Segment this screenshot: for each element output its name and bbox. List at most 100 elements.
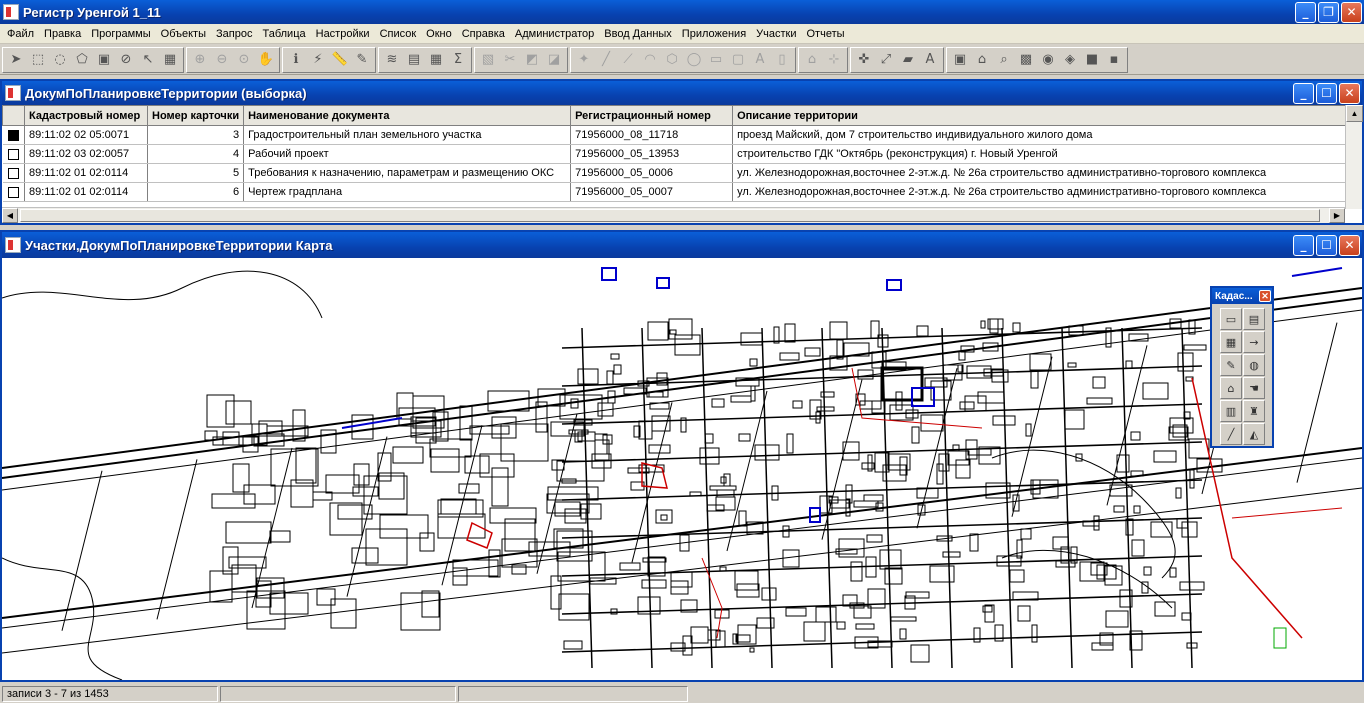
ruler-icon[interactable]: 📏 — [329, 49, 351, 71]
house-icon[interactable]: ⌂ — [1220, 377, 1242, 399]
menu-parcels[interactable]: Участки — [751, 28, 801, 40]
line-tool-icon[interactable]: ╱ — [1220, 423, 1242, 445]
line-icon[interactable]: ╱ — [595, 49, 617, 71]
zoom-out-icon[interactable]: ⊖ — [211, 49, 233, 71]
arc-icon[interactable]: ◠ — [639, 49, 661, 71]
column-header-card[interactable]: Номер карточки — [146, 105, 245, 126]
cell-card[interactable]: 6 — [147, 182, 245, 202]
menu-data-entry[interactable]: Ввод Данных — [599, 28, 677, 40]
menu-list[interactable]: Список — [375, 28, 422, 40]
table-window-minimize-button[interactable]: _ — [1293, 82, 1314, 104]
symbol-icon[interactable]: ✦ — [573, 49, 595, 71]
cell-document[interactable]: Требования к назначению, параметрам и ра… — [243, 163, 572, 183]
menu-help[interactable]: Справка — [457, 28, 510, 40]
polyline-icon[interactable]: ⟋ — [617, 49, 639, 71]
book-icon[interactable]: ▣ — [949, 49, 971, 71]
cell-card[interactable]: 3 — [147, 125, 245, 145]
app-titlebar[interactable]: Регистр Уренгой 1_11 _ ❐ ✕ — [0, 0, 1364, 24]
polygon-select-icon[interactable]: ⬠ — [71, 49, 93, 71]
checkbox-icon[interactable] — [7, 167, 19, 179]
menu-programs[interactable]: Программы — [86, 28, 155, 40]
column-header-description[interactable]: Описание территории — [732, 105, 1352, 126]
statistics-icon[interactable]: Σ — [447, 49, 469, 71]
map-drawing[interactable] — [2, 258, 1362, 680]
cell-cadastral[interactable]: 89:11:02 01 02:0114 — [24, 182, 148, 202]
row-select-checkbox[interactable] — [2, 125, 25, 145]
map-window-titlebar[interactable]: Участки,ДокумПоПланировкеТерритории Карт… — [2, 232, 1362, 258]
ellipse-icon[interactable]: ◯ — [683, 49, 705, 71]
scroll-up-arrow-icon[interactable]: ▲ — [1346, 105, 1363, 122]
cell-description[interactable]: ул. Железнодорожная,восточнее 2-эт.ж.д. … — [732, 182, 1352, 202]
column-header-registration[interactable]: Регистрационный номер — [570, 105, 734, 126]
polygon-icon[interactable]: ⬡ — [661, 49, 683, 71]
table-horizontal-scrollbar[interactable]: ◀ ▶ — [2, 207, 1345, 223]
add-node-icon[interactable]: ⊹ — [823, 49, 845, 71]
menu-edit[interactable]: Правка — [39, 28, 86, 40]
marquee-select-icon[interactable]: ⬚ — [27, 49, 49, 71]
cell-description[interactable]: проезд Майский, дом 7 строительство инди… — [732, 125, 1352, 145]
window-icon[interactable]: ▭ — [1220, 308, 1242, 330]
clip-icon[interactable]: ✂ — [499, 49, 521, 71]
cell-cadastral[interactable]: 89:11:02 01 02:0114 — [24, 163, 148, 183]
menu-file[interactable]: Файл — [2, 28, 39, 40]
menu-applications[interactable]: Приложения — [677, 28, 751, 40]
column-header-cadastral[interactable]: Кадастровый номер — [24, 105, 148, 126]
tower-icon[interactable]: ♜ — [1243, 400, 1265, 422]
hotlink-icon[interactable]: ⚡ — [307, 49, 329, 71]
menu-admin[interactable]: Администратор — [510, 28, 599, 40]
layout-icon[interactable]: ▤ — [403, 49, 425, 71]
cadastre-palette[interactable]: Кадас... ✕ ▭ ▤ ▦ → ✎ ◍ ⌂ ☚ ▥ ♜ ╱ ◭ — [1210, 286, 1274, 448]
table-row[interactable]: 89:11:02 02 05:0071 3 Градостроительный пл… — [2, 125, 1352, 145]
invert-select-icon[interactable]: ↖ — [137, 49, 159, 71]
cell-document[interactable]: Чертеж градплана — [243, 182, 572, 202]
cap-icon[interactable]: ⌂ — [971, 49, 993, 71]
unselect-icon[interactable]: ⊘ — [115, 49, 137, 71]
cell-card[interactable]: 5 — [147, 163, 245, 183]
cell-document[interactable]: Рабочий проект — [243, 144, 572, 164]
checkbox-icon[interactable] — [7, 129, 19, 141]
scroll-left-arrow-icon[interactable]: ◀ — [2, 208, 18, 223]
layers-icon[interactable]: ◈ — [1059, 49, 1081, 71]
table-row[interactable]: 89:11:02 01 02:0114 5 Требования к назначе… — [2, 163, 1352, 183]
cell-description[interactable]: строительство ГДК "Октябрь (реконструкци… — [732, 144, 1352, 164]
radius-select-icon[interactable]: ◌ — [49, 49, 71, 71]
legend-icon[interactable]: ▧ — [477, 49, 499, 71]
table-row[interactable]: 89:11:02 01 02:0114 6 Чертеж градплана 7195… — [2, 182, 1352, 202]
table-icon[interactable]: ▤ — [1243, 308, 1265, 330]
minimize-button[interactable]: _ — [1295, 1, 1316, 23]
horizontal-scroll-thumb[interactable] — [20, 209, 1320, 222]
query-icon[interactable]: ⌕ — [993, 49, 1015, 71]
change-view-icon[interactable]: ⊙ — [233, 49, 255, 71]
menu-table[interactable]: Таблица — [257, 28, 310, 40]
boundary-select-icon[interactable]: ▣ — [93, 49, 115, 71]
cell-registration[interactable]: 71956000_08_11718 — [570, 125, 734, 145]
palette-close-button[interactable]: ✕ — [1259, 290, 1271, 302]
rounded-rect-icon[interactable]: ▢ — [727, 49, 749, 71]
table-row[interactable]: 89:11:02 03 02:0057 4 Рабочий проект 719560… — [2, 144, 1352, 164]
close-button[interactable]: ✕ — [1341, 1, 1362, 23]
globe-icon[interactable]: ◍ — [1243, 354, 1265, 376]
scroll-right-arrow-icon[interactable]: ▶ — [1329, 208, 1345, 223]
grid-icon[interactable]: ▦ — [1220, 331, 1242, 353]
graph-select-icon[interactable]: ▦ — [159, 49, 181, 71]
row-select-checkbox[interactable] — [2, 163, 25, 183]
table-window-close-button[interactable]: ✕ — [1339, 82, 1360, 104]
map-canvas[interactable] — [2, 258, 1362, 680]
measure-icon[interactable]: ⤢ — [875, 49, 897, 71]
table-vertical-scrollbar[interactable]: ▲ — [1345, 105, 1363, 209]
menu-settings[interactable]: Настройки — [311, 28, 375, 40]
pencil-icon[interactable]: ✎ — [1220, 354, 1242, 376]
info-icon[interactable]: ℹ — [285, 49, 307, 71]
cell-cadastral[interactable]: 89:11:02 03 02:0057 — [24, 144, 148, 164]
row-select-checkbox[interactable] — [2, 182, 25, 202]
photo-icon[interactable]: ▩ — [1015, 49, 1037, 71]
eye-icon[interactable]: ◉ — [1037, 49, 1059, 71]
map-window-close-button[interactable]: ✕ — [1339, 234, 1360, 256]
app-icon[interactable] — [3, 4, 19, 20]
geolocate-icon[interactable]: ✜ — [853, 49, 875, 71]
thematic-icon[interactable]: ◩ — [521, 49, 543, 71]
stack-icon[interactable]: ■ — [1081, 49, 1103, 71]
font-icon[interactable]: A — [919, 49, 941, 71]
cell-registration[interactable]: 71956000_05_0006 — [570, 163, 734, 183]
arrow-right-icon[interactable]: → — [1243, 331, 1265, 353]
